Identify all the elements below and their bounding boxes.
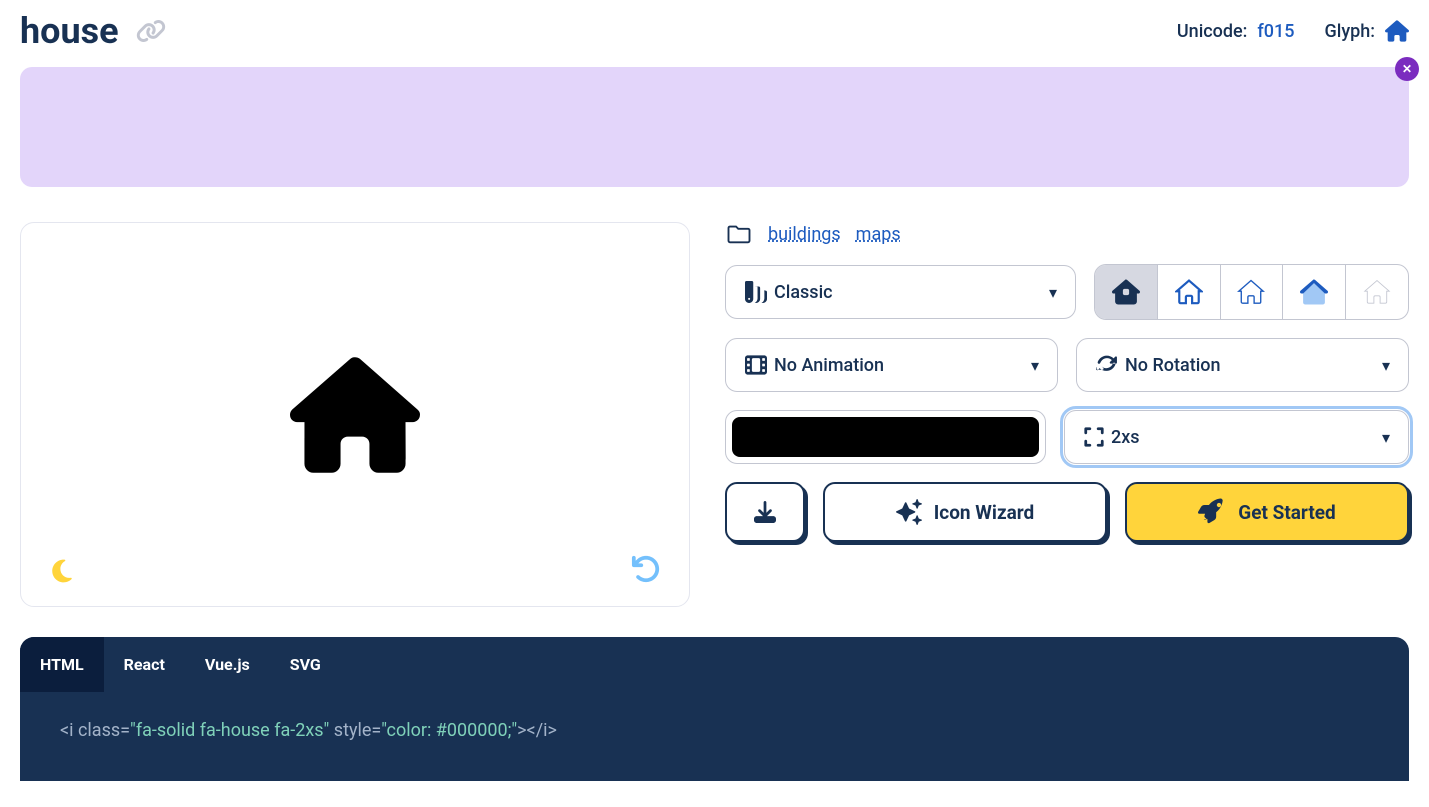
get-started-button[interactable]: Get Started bbox=[1125, 482, 1409, 542]
download-icon bbox=[754, 501, 776, 523]
chevron-down-icon: ▾ bbox=[1049, 283, 1057, 302]
code-token: ></i> bbox=[517, 720, 557, 741]
code-snippet[interactable]: <i class="fa-solid fa-house fa-2xs" styl… bbox=[20, 692, 1409, 781]
code-token: style= bbox=[329, 720, 381, 741]
get-started-label: Get Started bbox=[1238, 501, 1335, 524]
family-style-row: Classic ▾ bbox=[725, 264, 1409, 320]
family-value: Classic bbox=[774, 282, 833, 303]
animation-dropdown[interactable]: No Animation ▾ bbox=[725, 338, 1058, 392]
icon-preview-panel bbox=[20, 222, 690, 607]
code-token: <i class= bbox=[60, 720, 130, 741]
style-tab-light[interactable] bbox=[1220, 265, 1283, 319]
chevron-down-icon: ▾ bbox=[1382, 356, 1390, 375]
header-left: house bbox=[20, 10, 168, 52]
code-tab-html[interactable]: HTML bbox=[20, 637, 104, 692]
animation-value: No Animation bbox=[774, 355, 884, 376]
header-row: house Unicode: f015 Glyph: bbox=[20, 0, 1409, 67]
dark-mode-toggle-icon[interactable] bbox=[49, 558, 75, 584]
color-picker[interactable] bbox=[725, 410, 1046, 464]
code-tab-vue[interactable]: Vue.js bbox=[185, 637, 270, 692]
expand-icon bbox=[1083, 426, 1105, 448]
action-buttons-row: Icon Wizard Get Started bbox=[725, 482, 1409, 542]
category-row: buildings maps bbox=[725, 222, 1409, 246]
rotation-value: No Rotation bbox=[1125, 355, 1221, 376]
permalink-icon[interactable] bbox=[134, 19, 168, 43]
main-area: buildings maps Classic ▾ bbox=[20, 222, 1409, 607]
icon-wizard-button[interactable]: Icon Wizard bbox=[823, 482, 1107, 542]
code-token-string: "color: #000000;" bbox=[381, 720, 517, 741]
glyph-label: Glyph: bbox=[1324, 21, 1375, 42]
house-icon bbox=[290, 355, 420, 475]
style-tab-solid[interactable] bbox=[1095, 265, 1157, 319]
code-panel: HTML React Vue.js SVG <i class="fa-solid… bbox=[20, 637, 1409, 781]
rotate-icon bbox=[1095, 354, 1119, 376]
color-size-row: 2xs ▾ bbox=[725, 410, 1409, 464]
code-tab-react[interactable]: React bbox=[104, 637, 185, 692]
wizard-label: Icon Wizard bbox=[934, 501, 1035, 524]
size-dropdown[interactable]: 2xs ▾ bbox=[1064, 410, 1409, 464]
category-link-maps[interactable]: maps bbox=[856, 224, 901, 245]
family-dropdown[interactable]: Classic ▾ bbox=[725, 265, 1076, 319]
sparkles-icon bbox=[896, 499, 922, 525]
header-right: Unicode: f015 Glyph: bbox=[1177, 19, 1409, 43]
rotation-dropdown[interactable]: No Rotation ▾ bbox=[1076, 338, 1409, 392]
film-icon bbox=[744, 354, 768, 376]
download-button[interactable] bbox=[725, 482, 805, 542]
style-tab-duotone[interactable] bbox=[1282, 265, 1345, 319]
style-tab-regular[interactable] bbox=[1157, 265, 1220, 319]
info-banner: ✕ bbox=[20, 67, 1409, 187]
controls-panel: buildings maps Classic ▾ bbox=[725, 222, 1409, 607]
code-tabs: HTML React Vue.js SVG bbox=[20, 637, 1409, 692]
close-icon[interactable]: ✕ bbox=[1395, 57, 1419, 81]
category-link-buildings[interactable]: buildings bbox=[768, 224, 841, 245]
unicode-value[interactable]: f015 bbox=[1257, 21, 1294, 42]
glyph-preview-icon[interactable] bbox=[1385, 19, 1409, 43]
animation-rotation-row: No Animation ▾ No Rotation ▾ bbox=[725, 338, 1409, 392]
code-tab-svg[interactable]: SVG bbox=[270, 637, 341, 692]
reset-icon[interactable] bbox=[631, 554, 661, 584]
style-tabs bbox=[1094, 264, 1409, 320]
icon-name-title: house bbox=[20, 10, 119, 52]
unicode-label: Unicode: bbox=[1177, 21, 1248, 42]
color-preview bbox=[732, 417, 1039, 457]
chevron-down-icon: ▾ bbox=[1382, 428, 1390, 447]
size-value: 2xs bbox=[1111, 427, 1140, 448]
style-tab-thin[interactable] bbox=[1345, 265, 1408, 319]
chevron-down-icon: ▾ bbox=[1031, 356, 1039, 375]
swatchbook-icon bbox=[744, 281, 768, 303]
code-token-string: "fa-solid fa-house fa-2xs" bbox=[130, 720, 329, 741]
folder-icon bbox=[725, 222, 753, 246]
rocket-icon bbox=[1198, 498, 1226, 526]
